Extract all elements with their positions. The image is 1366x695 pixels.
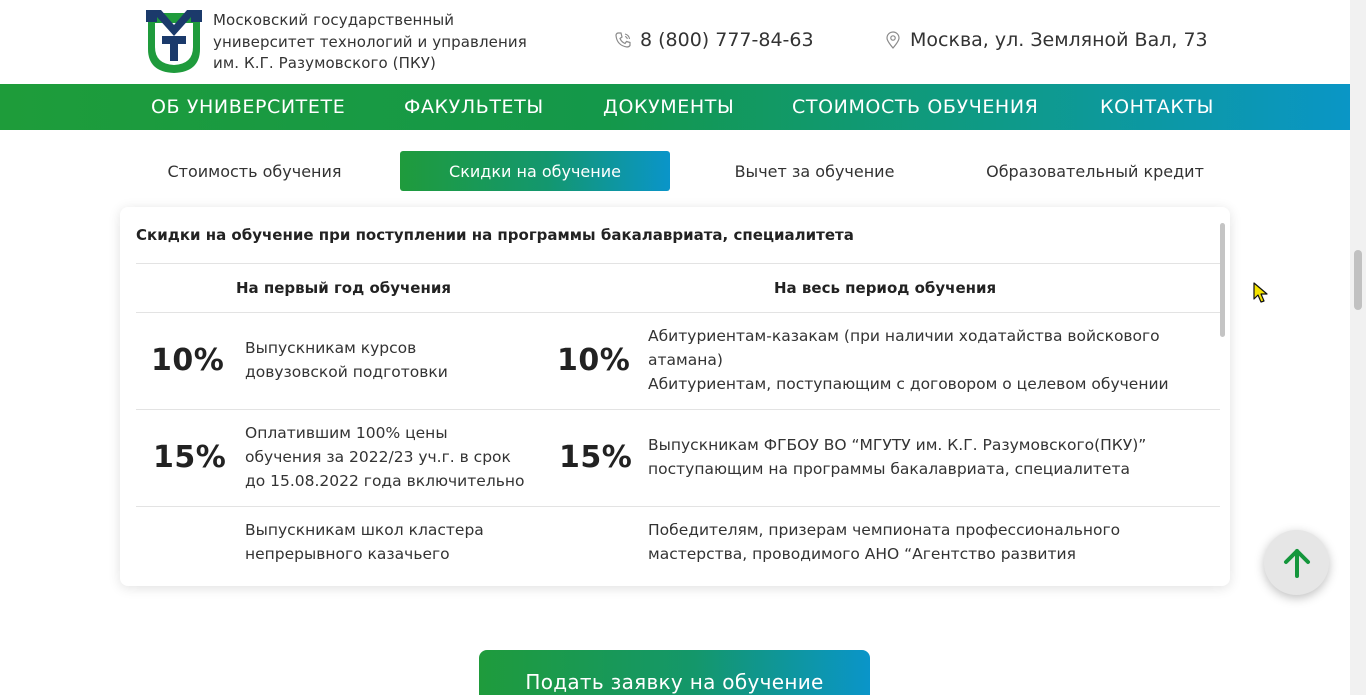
description-line: атамана) bbox=[648, 351, 723, 369]
discount-percent: 10% bbox=[557, 343, 631, 378]
description-line: Абитуриентам, поступающим с договором о … bbox=[648, 375, 1169, 393]
divider bbox=[136, 263, 1220, 264]
column-header-first-year: На первый год обучения bbox=[236, 279, 451, 297]
discount-description: Выпускникам школ кластера непрерывного к… bbox=[245, 518, 484, 566]
description-line: Выпускникам ФГБОУ ВО “МГУТУ им. К.Г. Раз… bbox=[648, 436, 1147, 454]
description-line: непрерывного казачьего bbox=[245, 545, 450, 563]
nav-item-documents[interactable]: ДОКУМЕНТЫ bbox=[603, 96, 734, 118]
tab-discounts[interactable]: Скидки на обучение bbox=[400, 151, 670, 191]
university-name-line: им. К.Г. Разумовского (ПКУ) bbox=[213, 54, 436, 72]
nav-item-about[interactable]: ОБ УНИВЕРСИТЕТЕ bbox=[151, 96, 345, 118]
nav-item-contacts[interactable]: КОНТАКТЫ bbox=[1100, 96, 1214, 118]
description-line: мастерства, проводимого АНО “Агентство р… bbox=[648, 545, 1076, 563]
description-line: Победителям, призерам чемпионата професс… bbox=[648, 521, 1121, 539]
description-line: Выпускникам школ кластера bbox=[245, 521, 484, 539]
nav-item-tuition-cost[interactable]: СТОИМОСТЬ ОБУЧЕНИЯ bbox=[792, 96, 1038, 118]
divider bbox=[136, 506, 1220, 507]
university-name[interactable]: Московский государственный университет т… bbox=[213, 10, 527, 75]
address-contact[interactable]: Москва, ул. Земляной Вал, 73 bbox=[884, 29, 1208, 51]
description-line: поступающим на программы бакалавриата, с… bbox=[648, 460, 1130, 478]
discount-description: Оплатившим 100% цены обучения за 2022/23… bbox=[245, 421, 524, 493]
site-header: Московский государственный университет т… bbox=[0, 0, 1350, 84]
page-scrollbar[interactable] bbox=[1350, 0, 1366, 695]
discounts-card: Скидки на обучение при поступлении на пр… bbox=[120, 207, 1230, 586]
description-line: Оплатившим 100% цены bbox=[245, 424, 448, 442]
university-name-line: Московский государственный bbox=[213, 11, 455, 29]
tab-education-loan[interactable]: Образовательный кредит bbox=[960, 151, 1230, 191]
discount-description: Победителям, призерам чемпионата професс… bbox=[648, 518, 1120, 566]
location-pin-icon bbox=[886, 31, 900, 49]
card-scrollbar[interactable] bbox=[1220, 223, 1225, 337]
column-header-full-period: На весь период обучения bbox=[774, 279, 997, 297]
description-line: обучения за 2022/23 уч.г. в срок bbox=[245, 448, 511, 466]
arrow-up-icon bbox=[1283, 548, 1310, 578]
university-logo[interactable] bbox=[145, 9, 203, 75]
nav-item-faculties[interactable]: ФАКУЛЬТЕТЫ bbox=[404, 96, 544, 118]
phone-number: 8 (800) 777-84-63 bbox=[640, 29, 814, 51]
apply-button[interactable]: Подать заявку на обучение bbox=[479, 650, 870, 695]
university-name-line: университет технологий и управления bbox=[213, 32, 527, 51]
description-line: довузовской подготовки bbox=[245, 363, 448, 381]
page-scrollbar-thumb[interactable] bbox=[1354, 250, 1362, 310]
discount-percent: 15% bbox=[153, 440, 227, 475]
main-nav: ОБ УНИВЕРСИТЕТЕ ФАКУЛЬТЕТЫ ДОКУМЕНТЫ СТО… bbox=[0, 84, 1350, 130]
discount-description: Абитуриентам-казакам (при наличии ходата… bbox=[648, 324, 1169, 396]
mouse-cursor-icon bbox=[1253, 282, 1268, 303]
phone-icon bbox=[615, 32, 631, 48]
description-line: до 15.08.2022 года включительно bbox=[245, 472, 525, 490]
description-line: Абитуриентам-казакам (при наличии ходата… bbox=[648, 327, 1160, 345]
scroll-to-top-button[interactable] bbox=[1264, 530, 1329, 595]
divider bbox=[136, 312, 1220, 313]
tab-tax-deduction[interactable]: Вычет за обучение bbox=[700, 151, 929, 191]
divider bbox=[136, 409, 1220, 410]
discount-percent: 15% bbox=[559, 440, 633, 475]
discount-description: Выпускникам курсов довузовской подготовк… bbox=[245, 336, 448, 384]
discount-description: Выпускникам ФГБОУ ВО “МГУТУ им. К.Г. Раз… bbox=[648, 433, 1146, 481]
tab-tuition-cost[interactable]: Стоимость обучения bbox=[140, 151, 369, 191]
discount-percent: 10% bbox=[151, 343, 225, 378]
address-text: Москва, ул. Земляной Вал, 73 bbox=[910, 29, 1208, 51]
description-line: Выпускникам курсов bbox=[245, 339, 417, 357]
phone-contact[interactable]: 8 (800) 777-84-63 bbox=[614, 29, 814, 51]
discounts-title: Скидки на обучение при поступлении на пр… bbox=[136, 226, 854, 244]
